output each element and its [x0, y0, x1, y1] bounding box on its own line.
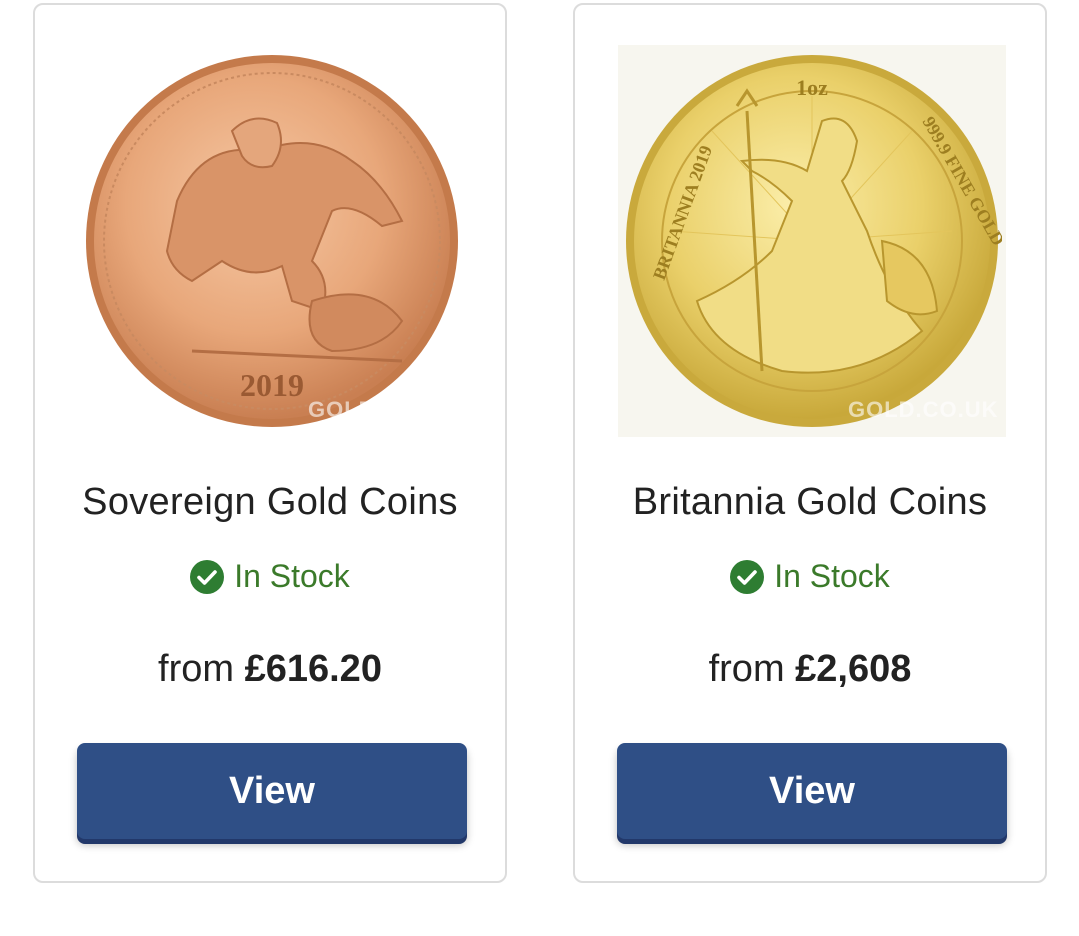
product-title[interactable]: Britannia Gold Coins [575, 481, 1045, 524]
britannia-coin-image[interactable]: 1oz BRITANNIA 2019 999.9 FINE GOLD GOLD.… [618, 45, 1006, 437]
price-prefix: from [158, 648, 235, 690]
sovereign-coin-graphic: 2019 [86, 55, 458, 427]
stock-status-label: In Stock [234, 558, 350, 594]
sovereign-coin-year: 2019 [240, 367, 304, 403]
britannia-inscription-top: 1oz [796, 75, 828, 100]
product-title[interactable]: Sovereign Gold Coins [35, 481, 505, 524]
stock-status: In Stock [35, 558, 505, 595]
stock-status-label: In Stock [774, 558, 890, 594]
product-grid: 2019 GOLD.CO.UK Sovereign Gold Coins In … [0, 0, 1079, 936]
product-card-britannia[interactable]: 1oz BRITANNIA 2019 999.9 FINE GOLD GOLD.… [573, 3, 1047, 883]
price-prefix: from [708, 648, 785, 690]
view-button[interactable]: View [617, 743, 1007, 839]
sovereign-coin-image[interactable]: 2019 GOLD.CO.UK [78, 45, 466, 437]
check-circle-icon [190, 559, 225, 594]
product-price: from £2,608 [575, 648, 1045, 691]
check-circle-icon [730, 559, 765, 594]
britannia-watermark: GOLD.CO.UK [848, 397, 999, 422]
sovereign-watermark: GOLD.CO.UK [308, 397, 459, 422]
product-price: from £616.20 [35, 648, 505, 691]
view-button[interactable]: View [77, 743, 467, 839]
stock-status: In Stock [575, 558, 1045, 595]
price-value: £616.20 [244, 648, 382, 690]
britannia-coin-graphic: 1oz BRITANNIA 2019 999.9 FINE GOLD [626, 55, 1002, 427]
price-value: £2,608 [795, 648, 912, 690]
product-card-sovereign[interactable]: 2019 GOLD.CO.UK Sovereign Gold Coins In … [33, 3, 507, 883]
